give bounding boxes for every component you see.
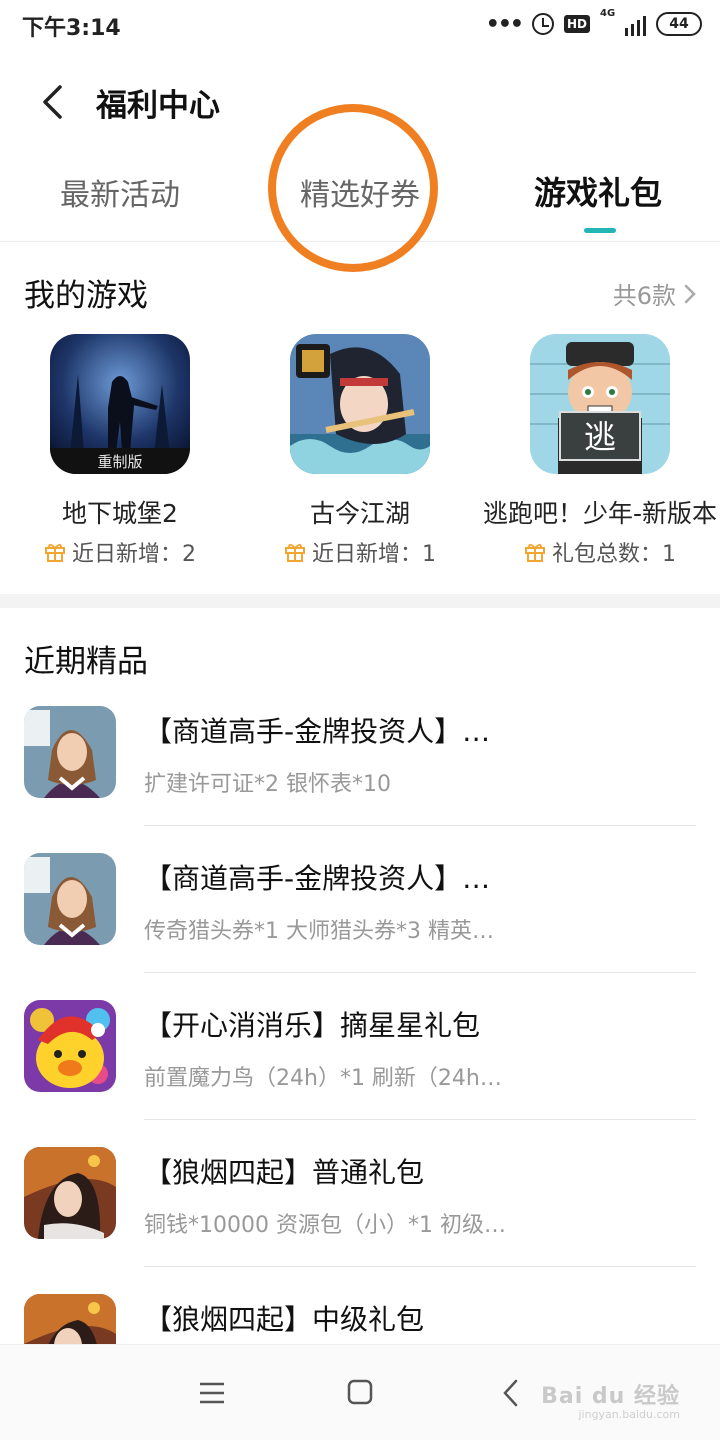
game-icon-escape-youth[interactable]: 逃 xyxy=(530,334,670,474)
my-games-more-link[interactable]: 共6款 xyxy=(613,276,696,311)
network-type-label: 4G xyxy=(600,8,616,19)
back-icon[interactable] xyxy=(492,1375,532,1411)
item-title: 【商道高手-金牌投资人】礼包 xyxy=(144,862,514,895)
game-badge-text: 重制版 xyxy=(97,453,142,471)
item-title: 【商道高手-金牌投资人】礼包 xyxy=(144,715,514,748)
chevron-right-icon xyxy=(684,284,696,303)
item-desc: 铜钱*10000 资源包（小）*1 初级加速*1 xyxy=(144,1213,514,1238)
page-title: 福利中心 xyxy=(96,88,220,124)
tab-bar: 最新活动 精选好券 游戏礼包 xyxy=(0,160,720,242)
game-name: 逃跑吧！少年-新版本 xyxy=(482,499,718,528)
game-stat: 近日新增：1 xyxy=(240,536,480,568)
status-time: 下午3:14 xyxy=(22,16,121,41)
item-icon-mafia xyxy=(24,706,116,798)
my-games-count: 共6款 xyxy=(612,282,676,310)
item-icon-wolf-smoke xyxy=(24,1147,116,1239)
status-icons: ••• HD 4G 44 xyxy=(485,8,702,38)
hd-icon: HD xyxy=(563,15,590,33)
gift-icon xyxy=(45,543,65,562)
game-stat: 近日新增：2 xyxy=(0,536,240,568)
list-item[interactable]: 【狼烟四起】中级礼包 xyxy=(0,1294,720,1344)
item-desc: 前置魔力鸟（24h）*1 刷新（24h）*1 xyxy=(144,1066,514,1091)
game-stat: 礼包总数：1 xyxy=(480,536,720,568)
list-item[interactable]: 【狼烟四起】普通礼包 铜钱*10000 资源包（小）*1 初级加速*1 xyxy=(0,1147,720,1294)
recent-title: 近期精品 xyxy=(24,644,148,680)
list-item[interactable]: 【商道高手-金牌投资人】礼包 传奇猎头券*1 大师猎头券*3 精英猎头券*5 xyxy=(0,853,720,1000)
tab-selected-coupons[interactable]: 精选好券 xyxy=(300,170,420,214)
item-icon-happy-match xyxy=(24,1000,116,1092)
item-title: 【开心消消乐】摘星星礼包 xyxy=(144,1009,481,1042)
status-bar: 下午3:14 ••• HD 4G 44 xyxy=(0,0,720,50)
game-name: 地下城堡2 xyxy=(62,499,178,528)
my-games-title: 我的游戏 xyxy=(24,278,148,314)
active-tab-indicator xyxy=(584,228,616,233)
game-icon-dungeon-castle[interactable]: 重制版 xyxy=(50,334,190,474)
home-icon[interactable] xyxy=(340,1375,380,1411)
list-item[interactable]: 【商道高手-金牌投资人】礼包 扩建许可证*2 银怀表*10 xyxy=(0,706,720,853)
list-item[interactable]: 【开心消消乐】摘星星礼包 前置魔力鸟（24h）*1 刷新（24h）*1 xyxy=(0,1000,720,1147)
item-title: 【狼烟四起】普通礼包 xyxy=(144,1156,425,1189)
gift-icon xyxy=(285,543,305,562)
item-separator xyxy=(144,1266,696,1267)
menu-icon[interactable] xyxy=(192,1375,232,1411)
item-desc: 传奇猎头券*1 大师猎头券*3 精英猎头券*5 xyxy=(144,919,514,944)
tab-game-gifts[interactable]: 游戏礼包 xyxy=(534,168,662,214)
battery-icon: 44 xyxy=(656,12,702,36)
game-icon-gujin-jianghu[interactable] xyxy=(290,334,430,474)
watermark-brand: Bai du 经验 xyxy=(541,1384,680,1409)
back-arrow-icon[interactable] xyxy=(40,84,66,120)
section-divider xyxy=(0,594,720,608)
item-icon-wolf-smoke xyxy=(24,1294,116,1344)
game-stat-label: 近日新增：2 xyxy=(72,542,196,567)
game-stat-label: 礼包总数：1 xyxy=(552,542,676,567)
watermark-url: jingyan.baidu.com xyxy=(578,1408,680,1421)
item-title: 【狼烟四起】中级礼包 xyxy=(144,1303,425,1336)
item-icon-mafia xyxy=(24,853,116,945)
game-name: 古今江湖 xyxy=(309,499,410,528)
item-separator xyxy=(144,825,696,826)
tab-latest-activities[interactable]: 最新活动 xyxy=(60,170,180,214)
more-dots-icon: ••• xyxy=(485,11,524,37)
game-badge-text: 逃 xyxy=(584,418,616,456)
gift-icon xyxy=(525,543,545,562)
item-desc: 扩建许可证*2 银怀表*10 xyxy=(144,772,391,797)
alarm-icon xyxy=(531,13,554,35)
item-separator xyxy=(144,972,696,973)
game-stat-label: 近日新增：1 xyxy=(312,542,436,567)
signal-icon: 4G xyxy=(600,8,646,36)
item-separator xyxy=(144,1119,696,1120)
header: 福利中心 xyxy=(0,60,720,140)
